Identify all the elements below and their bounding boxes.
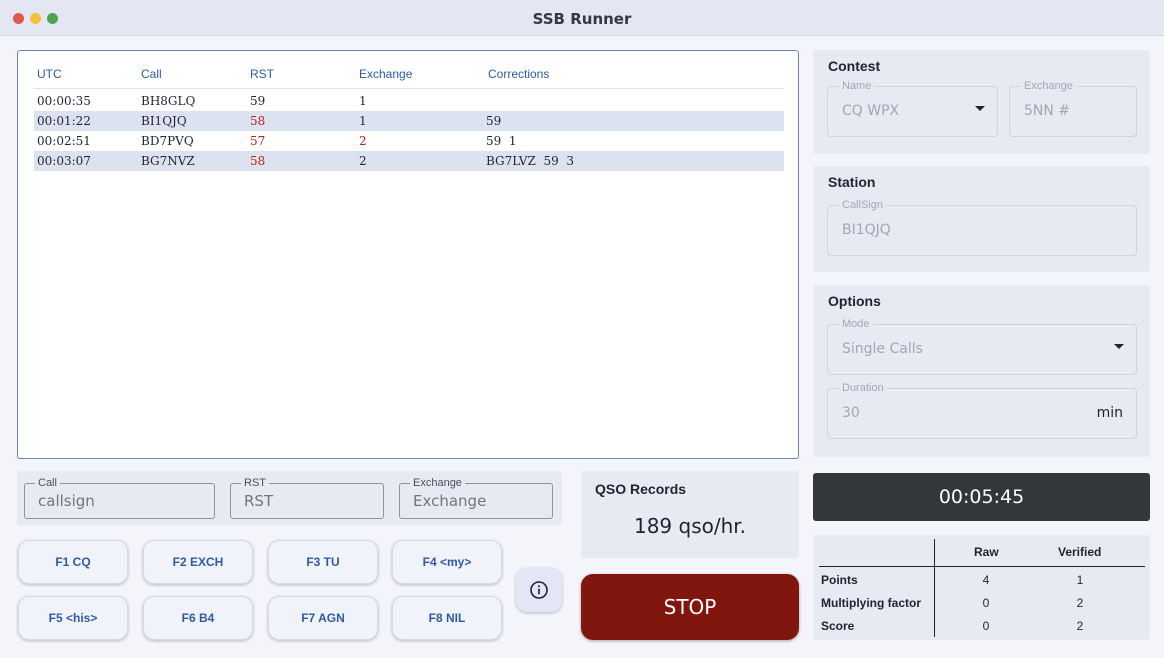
cell-exchange: 1	[359, 114, 367, 128]
cell-rst-error: 57	[250, 134, 266, 148]
score-row-label: Multiplying factor	[821, 596, 921, 610]
cell-utc: 00:00:35	[37, 94, 91, 108]
callsign-field[interactable]: CallSign BI1QJQ	[827, 199, 1137, 256]
col-utc[interactable]: UTC	[37, 67, 62, 81]
mode-label: Mode	[839, 318, 873, 330]
call-input[interactable]	[38, 492, 178, 510]
title-bar: SSB Runner	[0, 0, 1164, 36]
f1-cq-button[interactable]: F1 CQ	[18, 540, 128, 584]
score-divider-vertical	[934, 539, 935, 637]
col-corrections[interactable]: Corrections	[488, 67, 549, 81]
chevron-down-icon	[975, 106, 985, 111]
duration-value: 30	[842, 405, 860, 421]
contest-heading: Contest	[828, 58, 881, 74]
rst-field-label: RST	[241, 477, 269, 489]
f3-tu-button[interactable]: F3 TU	[268, 540, 378, 584]
cell-corrections: 59 1	[486, 134, 517, 148]
cell-corrections: 59	[486, 114, 502, 128]
qso-rate-value: 189 qso/hr.	[633, 514, 747, 538]
cell-call: BI1QJQ	[141, 114, 187, 128]
contest-name-select[interactable]: Name CQ WPX	[827, 80, 998, 137]
cell-corrections: BG7LVZ 59 3	[486, 154, 574, 168]
cell-utc: 00:03:07	[37, 154, 91, 168]
score-raw-value: 4	[982, 573, 990, 587]
cell-call: BH8GLQ	[141, 94, 196, 108]
cell-utc: 00:01:22	[37, 114, 91, 128]
score-col-verified: Verified	[1058, 545, 1102, 559]
score-row-label: Score	[821, 619, 855, 633]
cell-call: BD7PVQ	[141, 134, 194, 148]
contest-name-label: Name	[839, 80, 875, 92]
duration-label: Duration	[839, 382, 887, 394]
cell-rst-error: 58	[250, 114, 266, 128]
qso-records-heading: QSO Records	[595, 481, 687, 497]
mode-select[interactable]: Mode Single Calls	[827, 318, 1137, 375]
mode-value: Single Calls	[842, 341, 923, 357]
cell-call: BG7NVZ	[141, 154, 195, 168]
score-verified-value: 2	[1076, 596, 1084, 610]
f8-nil-button[interactable]: F8 NIL	[392, 596, 502, 640]
exchange-field-label: Exchange	[410, 477, 465, 489]
window-title: SSB Runner	[532, 10, 632, 28]
duration-unit: min	[1096, 405, 1123, 421]
cell-rst: 59	[250, 94, 266, 108]
station-panel: Station CallSign BI1QJQ	[813, 166, 1150, 272]
f2-exch-button[interactable]: F2 EXCH	[143, 540, 253, 584]
f6-b4-button[interactable]: F6 B4	[143, 596, 253, 640]
score-row-label: Points	[821, 573, 858, 587]
score-col-raw: Raw	[974, 545, 999, 559]
contest-exchange-field[interactable]: Exchange 5NN #	[1009, 80, 1137, 137]
f4-my-button[interactable]: F4 <my>	[392, 540, 502, 584]
info-circle-icon	[530, 581, 548, 599]
score-verified-value: 1	[1076, 573, 1084, 587]
callsign-label: CallSign	[839, 199, 886, 211]
table-row[interactable]: 00:00:35 BH8GLQ 59 1	[34, 91, 784, 111]
log-header-row: UTC Call RST Exchange Corrections	[34, 65, 784, 89]
contest-exchange-label: Exchange	[1021, 80, 1076, 92]
info-button[interactable]	[516, 568, 562, 612]
duration-field[interactable]: Duration 30 min	[827, 382, 1137, 439]
call-field[interactable]: Call	[24, 477, 215, 519]
rst-input[interactable]	[244, 492, 364, 510]
f5-his-button[interactable]: F5 <his>	[18, 596, 128, 640]
cell-rst-error: 58	[250, 154, 266, 168]
rst-field[interactable]: RST	[230, 477, 384, 519]
qso-log-table[interactable]: UTC Call RST Exchange Corrections 00:00:…	[17, 50, 799, 459]
col-exchange[interactable]: Exchange	[359, 67, 412, 81]
stop-button[interactable]: STOP	[581, 574, 799, 640]
exchange-field[interactable]: Exchange	[399, 477, 553, 519]
contest-exchange-value: 5NN #	[1024, 103, 1071, 119]
exchange-input[interactable]	[413, 492, 533, 510]
table-row[interactable]: 00:03:07 BG7NVZ 58 2 BG7LVZ 59 3	[34, 151, 784, 171]
table-row[interactable]: 00:01:22 BI1QJQ 58 1 59	[34, 111, 784, 131]
score-raw-value: 0	[982, 619, 990, 633]
elapsed-timer: 00:05:45	[813, 473, 1150, 521]
cell-utc: 00:02:51	[37, 134, 91, 148]
score-raw-value: 0	[982, 596, 990, 610]
table-row[interactable]: 00:02:51 BD7PVQ 57 2 59 1	[34, 131, 784, 151]
call-field-label: Call	[35, 477, 60, 489]
score-divider-horizontal	[819, 566, 1145, 567]
col-rst[interactable]: RST	[250, 67, 274, 81]
score-verified-value: 2	[1076, 619, 1084, 633]
station-heading: Station	[828, 174, 876, 190]
chevron-down-icon	[1114, 344, 1124, 349]
col-call[interactable]: Call	[141, 67, 162, 81]
f7-agn-button[interactable]: F7 AGN	[268, 596, 378, 640]
options-panel: Options Mode Single Calls Duration 30 mi…	[813, 285, 1150, 457]
contest-name-value: CQ WPX	[842, 103, 900, 119]
options-heading: Options	[828, 293, 881, 309]
qso-records-panel: QSO Records 189 qso/hr.	[581, 471, 799, 558]
cell-exchange-error: 2	[359, 134, 367, 148]
score-table: Raw Verified Points 4 1 Multiplying fact…	[813, 535, 1150, 640]
callsign-value: BI1QJQ	[842, 222, 891, 238]
cell-exchange: 1	[359, 94, 367, 108]
entry-panel: Call RST Exchange	[17, 471, 562, 525]
cell-exchange: 2	[359, 154, 367, 168]
contest-panel: Contest Name CQ WPX Exchange 5NN #	[813, 50, 1150, 154]
